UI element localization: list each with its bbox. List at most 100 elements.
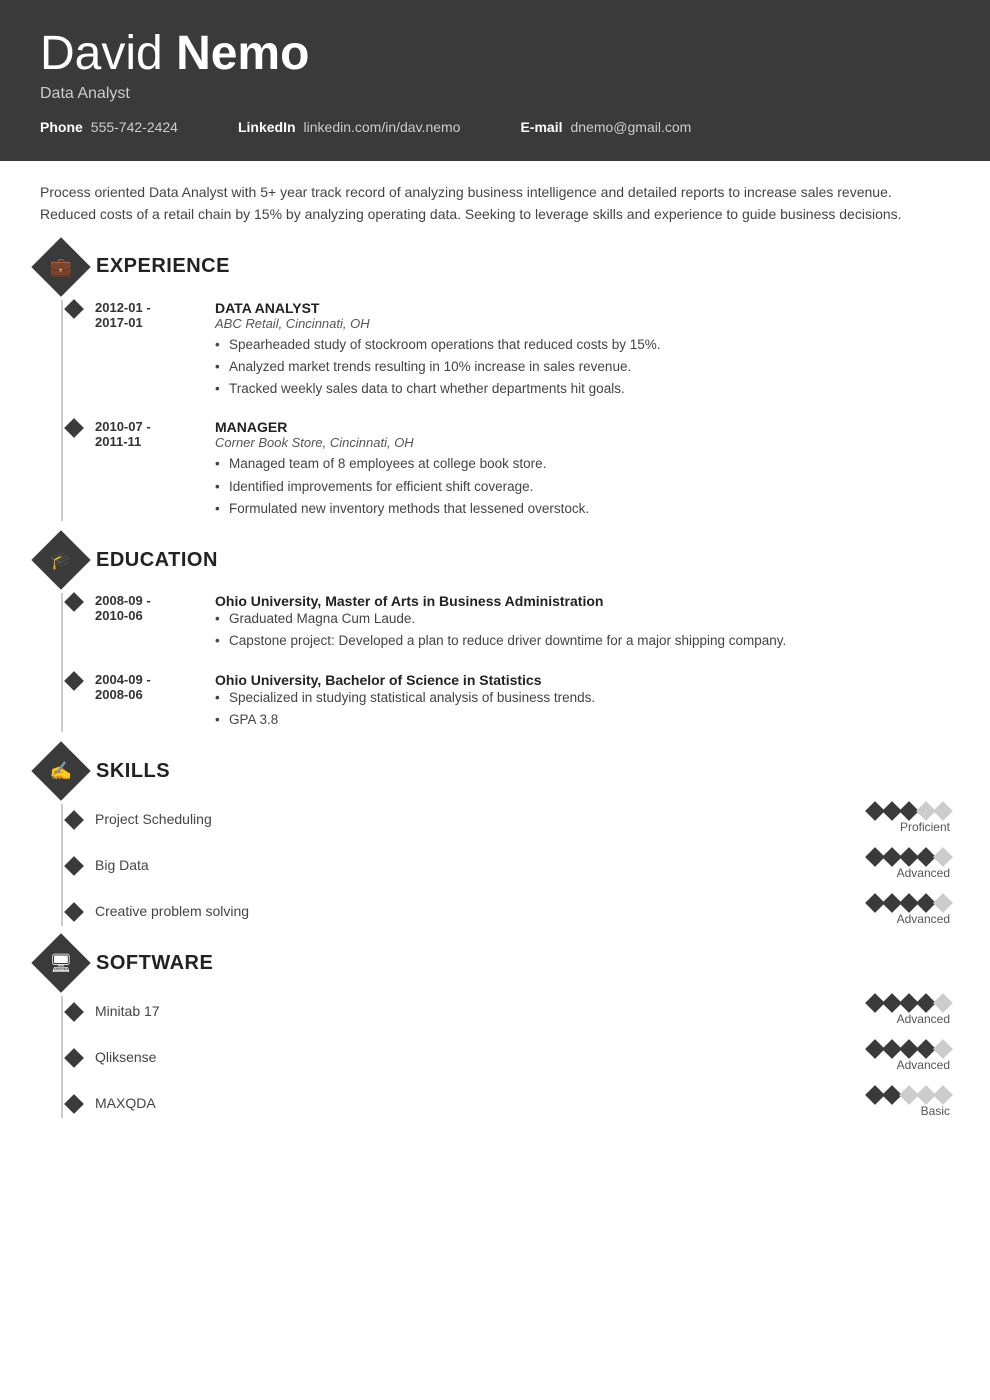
entry-info-2: MANAGER Corner Book Store, Cincinnati, O… (215, 419, 950, 521)
skill-entry-1: Project Scheduling Proficient (63, 804, 950, 834)
skill-name-3: Creative problem solving (95, 903, 830, 919)
skill-level-1: Proficient (900, 820, 950, 834)
entry-date-start-1: 2012-01 - (95, 300, 215, 315)
entry-date-start-2: 2010-07 - (95, 419, 215, 434)
software-level-2: Advanced (897, 1058, 950, 1072)
software-rating-1: Advanced (830, 996, 950, 1026)
experience-title: EXPERIENCE (96, 255, 230, 278)
diamond-icon (64, 671, 84, 691)
software-bullet-3 (53, 1095, 95, 1111)
bullet-item: Formulated new inventory methods that le… (215, 499, 950, 519)
email-value: dnemo@gmail.com (570, 119, 691, 135)
edu-dates-2: 2004-09 - 2008-06 (95, 672, 215, 733)
entry-dates-1: 2012-01 - 2017-01 (95, 300, 215, 402)
bullet-item: Graduated Magna Cum Laude. (215, 609, 950, 629)
experience-entry-1: 2012-01 - 2017-01 DATA ANALYST ABC Retai… (63, 300, 950, 402)
software-content: Minitab 17 Advanced Qlikse (61, 996, 950, 1118)
briefcase-icon: 💼 (50, 256, 72, 277)
skill-bullet-3 (53, 903, 95, 919)
entry-company-2: Corner Book Store, Cincinnati, OH (215, 435, 950, 450)
software-name-3: MAXQDA (95, 1095, 830, 1111)
entry-bullet-2 (53, 419, 95, 521)
edu-body-1: 2008-09 - 2010-06 Ohio University, Maste… (95, 593, 950, 654)
skill-rating-3: Advanced (830, 896, 950, 926)
dot-5 (933, 801, 953, 821)
edu-bullets-list-2: Specialized in studying statistical anal… (215, 688, 950, 731)
last-name: Nemo (176, 27, 309, 80)
software-section: 🖥 SOFTWARE Minitab 17 (40, 942, 950, 1118)
diamond-icon (64, 810, 84, 830)
software-rating-2: Advanced (830, 1042, 950, 1072)
skill-dots-1 (868, 804, 950, 818)
skill-dots-2 (868, 850, 950, 864)
software-header: 🖥 SOFTWARE (40, 942, 950, 984)
software-icon-diamond: 🖥 (31, 933, 90, 992)
entry-job-title-1: DATA ANALYST (215, 300, 950, 316)
candidate-title: Data Analyst (40, 85, 950, 103)
phone-contact: Phone 555-742-2424 (40, 119, 178, 135)
entry-bullets-list-2: Managed team of 8 employees at college b… (215, 454, 950, 519)
skill-entry-3: Creative problem solving Advanced (63, 896, 950, 926)
resume-main: Process oriented Data Analyst with 5+ ye… (0, 161, 990, 1174)
linkedin-value: linkedin.com/in/dav.nemo (304, 119, 461, 135)
skill-level-3: Advanced (897, 912, 950, 926)
graduation-cap-icon: 🎓 (50, 550, 72, 571)
email-label: E-mail (520, 119, 562, 135)
entry-info-1: DATA ANALYST ABC Retail, Cincinnati, OH … (215, 300, 950, 402)
software-level-3: Basic (921, 1104, 950, 1118)
diamond-icon (64, 856, 84, 876)
education-section: 🎓 EDUCATION 2008-09 - 2010-06 O (40, 539, 950, 732)
entry-company-1: ABC Retail, Cincinnati, OH (215, 316, 950, 331)
software-name-1: Minitab 17 (95, 1003, 830, 1019)
skills-icon-diamond: ✍ (31, 741, 90, 800)
education-title: EDUCATION (96, 549, 218, 572)
edu-date-start-2: 2004-09 - (95, 672, 215, 687)
contact-info: Phone 555-742-2424 LinkedIn linkedin.com… (40, 119, 950, 141)
phone-value: 555-742-2424 (91, 119, 178, 135)
software-bullet-1 (53, 1003, 95, 1019)
skill-bullet-2 (53, 857, 95, 873)
experience-header: 💼 EXPERIENCE (40, 246, 950, 288)
email-contact: E-mail dnemo@gmail.com (520, 119, 691, 135)
education-header: 🎓 EDUCATION (40, 539, 950, 581)
edu-bullet-2 (53, 672, 95, 733)
entry-date-end-2: 2011-11 (95, 434, 215, 449)
software-entry-3: MAXQDA Basic (63, 1088, 950, 1118)
diamond-icon (64, 1094, 84, 1114)
edu-info-2: Ohio University, Bachelor of Science in … (215, 672, 950, 733)
diamond-icon (64, 299, 84, 319)
bullet-item: Analyzed market trends resulting in 10% … (215, 357, 950, 377)
bullet-item: Tracked weekly sales data to chart wheth… (215, 379, 950, 399)
diamond-icon (64, 418, 84, 438)
skill-entry-2: Big Data Advanced (63, 850, 950, 880)
software-dots-2 (868, 1042, 950, 1056)
skill-name-2: Big Data (95, 857, 830, 873)
edu-degree-title-1: Ohio University, Master of Arts in Busin… (215, 593, 950, 609)
bullet-item: Specialized in studying statistical anal… (215, 688, 950, 708)
software-level-1: Advanced (897, 1012, 950, 1026)
software-entry-2: Qliksense Advanced (63, 1042, 950, 1072)
diamond-icon (64, 1002, 84, 1022)
software-name-2: Qliksense (95, 1049, 830, 1065)
skill-name-1: Project Scheduling (95, 811, 830, 827)
monitor-icon: 🖥 (50, 953, 73, 974)
skills-header: ✍ SKILLS (40, 750, 950, 792)
entry-date-end-1: 2017-01 (95, 315, 215, 330)
education-icon-diamond: 🎓 (31, 530, 90, 589)
education-content: 2008-09 - 2010-06 Ohio University, Maste… (61, 593, 950, 732)
skill-rating-1: Proficient (830, 804, 950, 834)
edu-dates-1: 2008-09 - 2010-06 (95, 593, 215, 654)
dot-5 (933, 1039, 953, 1059)
entry-body-2: 2010-07 - 2011-11 MANAGER Corner Book St… (95, 419, 950, 521)
entry-body-1: 2012-01 - 2017-01 DATA ANALYST ABC Retai… (95, 300, 950, 402)
software-dots-3 (868, 1088, 950, 1102)
entry-job-title-2: MANAGER (215, 419, 950, 435)
skills-content: Project Scheduling Proficient (61, 804, 950, 926)
linkedin-label: LinkedIn (238, 119, 296, 135)
software-rating-3: Basic (830, 1088, 950, 1118)
entry-dates-2: 2010-07 - 2011-11 (95, 419, 215, 521)
software-dots-1 (868, 996, 950, 1010)
edu-bullet-1 (53, 593, 95, 654)
resume-header: David Nemo Data Analyst Phone 555-742-24… (0, 0, 990, 161)
diamond-icon (64, 902, 84, 922)
